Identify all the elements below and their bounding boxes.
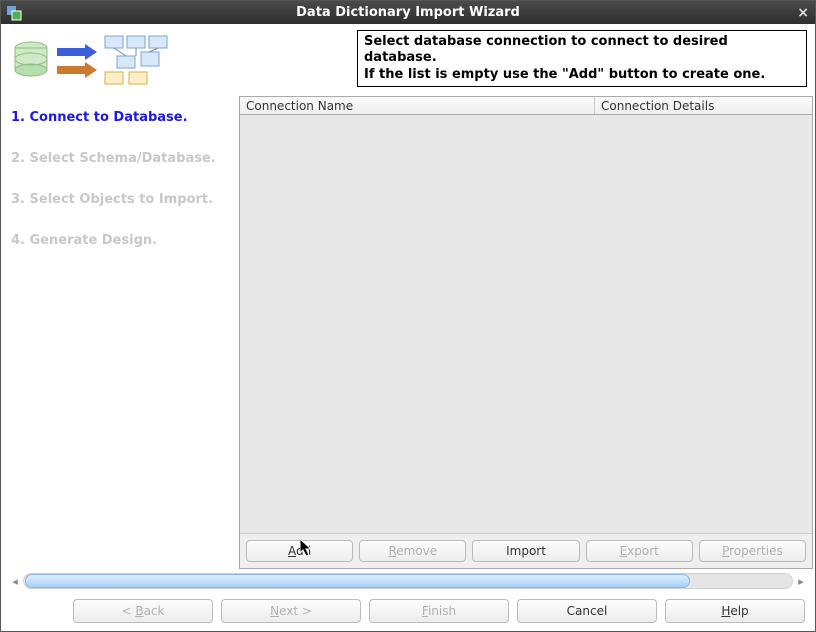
step-3: 3. Select Objects to Import. — [11, 192, 229, 207]
connection-buttons: Add Remove Import Export Properties — [240, 533, 812, 568]
main-panel: Connection Name Connection Details Add R… — [239, 96, 813, 569]
step-2: 2. Select Schema/Database. — [11, 151, 229, 166]
remove-button[interactable]: Remove — [359, 540, 466, 562]
next-button[interactable]: Next > — [221, 599, 361, 623]
grid-body[interactable] — [240, 115, 812, 533]
help-button[interactable]: Help — [665, 599, 805, 623]
steps-sidebar: 1. Connect to Database. 2. Select Schema… — [5, 96, 239, 569]
import-button[interactable]: Import — [472, 540, 579, 562]
cancel-button[interactable]: Cancel — [517, 599, 657, 623]
header-strip: Select database connection to connect to… — [1, 24, 815, 96]
col-connection-details[interactable]: Connection Details — [595, 97, 812, 114]
scroll-left-icon[interactable]: ◂ — [7, 573, 23, 589]
export-button[interactable]: Export — [586, 540, 693, 562]
titlebar: Data Dictionary Import Wizard × — [1, 1, 815, 24]
add-button[interactable]: Add — [246, 540, 353, 562]
wizard-illustration — [9, 30, 339, 90]
wizard-window: Data Dictionary Import Wizard × — [0, 0, 816, 632]
grid-header: Connection Name Connection Details — [240, 97, 812, 115]
horizontal-scrollbar[interactable]: ◂ ▸ — [7, 573, 809, 589]
wizard-body: 1. Connect to Database. 2. Select Schema… — [1, 96, 815, 569]
col-connection-name[interactable]: Connection Name — [240, 97, 595, 114]
instruction-line2: If the list is empty use the "Add" butto… — [364, 67, 800, 83]
step-4: 4. Generate Design. — [11, 233, 229, 248]
instruction-line1: Select database connection to connect to… — [364, 34, 800, 67]
step-1: 1. Connect to Database. — [11, 110, 229, 125]
finish-button[interactable]: Finish — [369, 599, 509, 623]
instruction-box: Select database connection to connect to… — [357, 30, 807, 87]
scroll-thumb[interactable] — [25, 574, 690, 588]
window-title: Data Dictionary Import Wizard — [1, 5, 815, 20]
properties-button[interactable]: Properties — [699, 540, 806, 562]
back-button[interactable]: < Back — [73, 599, 213, 623]
scroll-right-icon[interactable]: ▸ — [793, 573, 809, 589]
footer-buttons: < Back Next > Finish Cancel Help — [1, 593, 815, 631]
